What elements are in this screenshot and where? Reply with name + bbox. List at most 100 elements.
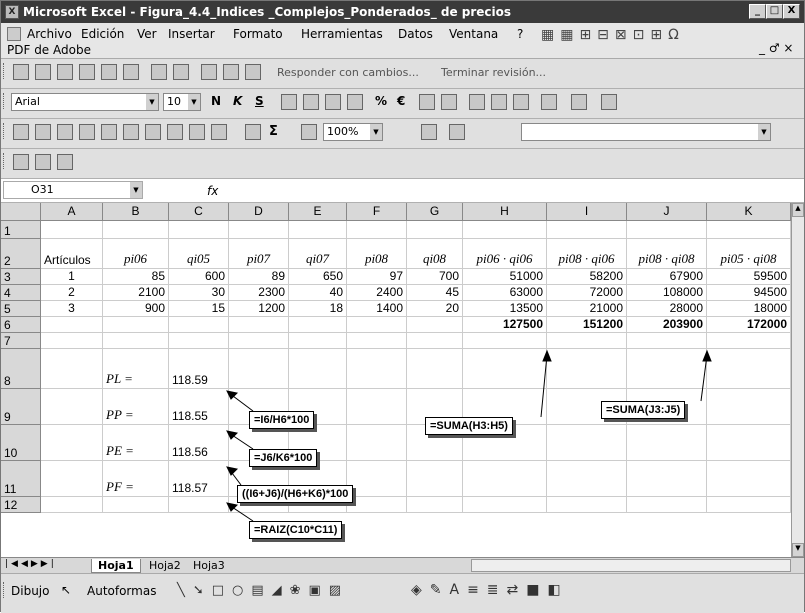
menu-pdf-adobe[interactable]: PDF de Adobe [7, 43, 91, 57]
zoom-select[interactable]: 100% ▼ [323, 123, 383, 141]
cell[interactable] [289, 221, 347, 239]
cell[interactable] [41, 461, 103, 497]
menu-help[interactable]: ? [517, 27, 523, 41]
menu-ver[interactable]: Ver [137, 27, 157, 41]
cell[interactable] [169, 221, 229, 239]
wrap-icon[interactable] [513, 94, 529, 110]
cell[interactable] [347, 317, 407, 333]
indent-icon[interactable] [469, 94, 485, 110]
chevron-down-icon[interactable]: ▼ [758, 124, 770, 140]
end-review[interactable]: Terminar revisión... [441, 66, 546, 79]
data-cell-D[interactable]: 89 [229, 269, 289, 285]
index-label[interactable]: PL = [103, 349, 169, 389]
worksheet-grid[interactable]: A B C D E F G H I J K 1 2 3 4 5 6 7 8 9 … [1, 203, 791, 557]
cell[interactable] [169, 497, 229, 513]
cell[interactable] [547, 333, 627, 349]
cell[interactable] [41, 425, 103, 461]
column-header-A[interactable]: A [41, 203, 103, 221]
header-cell-C[interactable]: qi05 [169, 239, 229, 269]
toolbar-grip[interactable] [3, 123, 6, 139]
data-cell-F[interactable]: 1400 [347, 301, 407, 317]
cell[interactable] [463, 333, 547, 349]
cell[interactable] [627, 349, 707, 389]
header-cell-H[interactable]: pi06 · qi06 [463, 239, 547, 269]
undo-icon[interactable] [189, 124, 205, 140]
print-icon[interactable] [101, 124, 117, 140]
toolbar-icon[interactable] [13, 154, 29, 170]
toolbar-icon[interactable] [35, 64, 51, 80]
row-header-10[interactable]: 10 [1, 425, 41, 461]
cell[interactable] [103, 221, 169, 239]
horizontal-scrollbar[interactable] [471, 559, 791, 572]
drawing-tools-strip[interactable]: ╲➘□○▤◢❀▣▨ [177, 583, 349, 598]
row-header-1[interactable]: 1 [1, 221, 41, 239]
data-cell-J[interactable]: 28000 [627, 301, 707, 317]
data-cell-B[interactable]: 85 [103, 269, 169, 285]
cell[interactable] [707, 389, 791, 425]
fill-color-icon[interactable] [571, 94, 587, 110]
cell[interactable] [707, 349, 791, 389]
copy-icon[interactable] [145, 124, 161, 140]
data-cell-H[interactable]: 51000 [463, 269, 547, 285]
menu-ventana[interactable]: Ventana [449, 27, 498, 41]
toolbar-grip[interactable] [3, 93, 6, 109]
column-header-D[interactable]: D [229, 203, 289, 221]
cell[interactable] [289, 317, 347, 333]
toolbar-icon[interactable] [223, 64, 239, 80]
cell[interactable] [169, 333, 229, 349]
cell[interactable] [407, 333, 463, 349]
cell[interactable] [169, 317, 229, 333]
index-value[interactable]: 118.57 [169, 461, 229, 497]
borders-icon[interactable] [541, 94, 557, 110]
align-left-icon[interactable] [281, 94, 297, 110]
font-size-select[interactable]: 10 ▼ [163, 93, 201, 111]
draw-menu-button[interactable]: Dibujo [11, 584, 49, 598]
document-icon[interactable] [7, 27, 21, 41]
cell[interactable] [463, 349, 547, 389]
cell[interactable] [289, 333, 347, 349]
header-cell-B[interactable]: pi06 [103, 239, 169, 269]
data-cell-C[interactable]: 30 [169, 285, 229, 301]
header-cell-F[interactable]: pi08 [347, 239, 407, 269]
toolbar-icon[interactable] [123, 64, 139, 80]
font-color-icon[interactable] [601, 94, 617, 110]
cell[interactable] [407, 349, 463, 389]
cell[interactable] [407, 317, 463, 333]
data-cell-G[interactable]: 20 [407, 301, 463, 317]
cell[interactable] [229, 333, 289, 349]
select-objects-icon[interactable]: ↖ [61, 583, 71, 597]
toolbar-icon[interactable] [57, 154, 73, 170]
index-label[interactable]: PP = [103, 389, 169, 425]
cell[interactable] [289, 349, 347, 389]
vertical-scrollbar[interactable]: ▲ ▼ [791, 203, 804, 557]
close-button[interactable]: X [783, 4, 800, 19]
autosum-button[interactable]: Σ [269, 124, 278, 139]
menu-icons-strip[interactable]: ▦▦⊞⊟⊠⊡⊞Ω [541, 27, 685, 43]
row-header-9[interactable]: 9 [1, 389, 41, 425]
select-all-corner[interactable] [1, 203, 41, 221]
row-header-4[interactable]: 4 [1, 285, 41, 301]
data-cell-D[interactable]: 2300 [229, 285, 289, 301]
row-header-6[interactable]: 6 [1, 317, 41, 333]
chart-wizard-icon[interactable] [301, 124, 317, 140]
cell[interactable] [347, 349, 407, 389]
minimize-button[interactable]: _ [749, 4, 766, 19]
maximize-button[interactable]: □ [766, 4, 783, 19]
row-header-12[interactable]: 12 [1, 497, 41, 513]
row-header-5[interactable]: 5 [1, 301, 41, 317]
menu-edicion[interactable]: Edición [81, 27, 124, 41]
cell[interactable] [707, 497, 791, 513]
cell[interactable] [463, 497, 547, 513]
chevron-down-icon[interactable]: ▼ [146, 94, 158, 110]
bold-button[interactable]: N [211, 94, 221, 108]
data-cell-F[interactable]: 97 [347, 269, 407, 285]
data-cell-K[interactable]: 59500 [707, 269, 791, 285]
permission-icon[interactable] [79, 124, 95, 140]
data-cell-I[interactable]: 72000 [547, 285, 627, 301]
column-header-B[interactable]: B [103, 203, 169, 221]
cell[interactable] [547, 221, 627, 239]
cell[interactable] [229, 221, 289, 239]
total-cell-K[interactable]: 172000 [707, 317, 791, 333]
toolbar-grip[interactable] [3, 582, 6, 598]
fx-icon[interactable]: fx [207, 184, 218, 198]
